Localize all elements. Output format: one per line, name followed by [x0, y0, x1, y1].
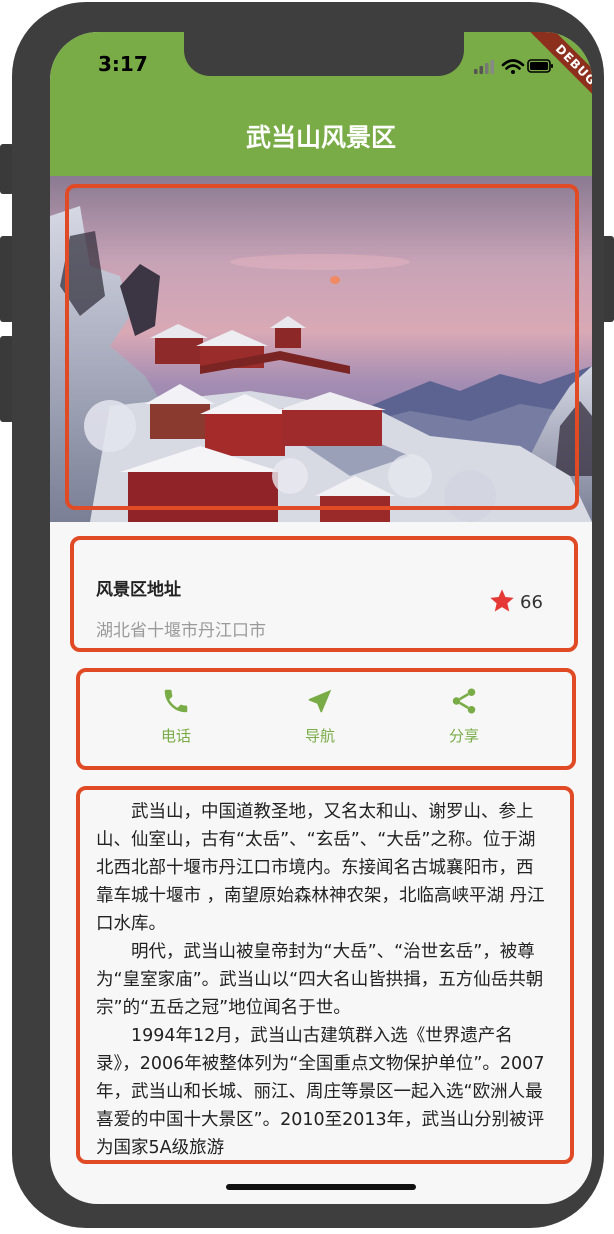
debug-banner: DEBUG [502, 32, 592, 122]
star-icon[interactable] [488, 587, 516, 615]
phone-icon [164, 689, 188, 713]
home-indicator[interactable] [226, 1184, 416, 1190]
favorite-count: 66 [520, 592, 543, 613]
share-icon [452, 688, 476, 714]
call-button[interactable]: 电话 [116, 686, 236, 746]
navigate-button[interactable]: 导航 [260, 686, 380, 746]
status-time: 3:17 [98, 52, 148, 76]
debug-label: DEBUG [527, 32, 592, 114]
navigation-icon [308, 689, 332, 713]
highlight-description [76, 786, 574, 1164]
notch [184, 32, 464, 76]
page-title: 武当山风景区 [245, 123, 396, 152]
call-label: 电话 [160, 727, 191, 745]
phone-frame: 3:17 武当山风景区 DEBUG 风景区地址 湖北省十堰市丹江口市 66 电话… [12, 2, 604, 1228]
highlight-hero [65, 184, 579, 510]
screen: 3:17 武当山风景区 DEBUG 风景区地址 湖北省十堰市丹江口市 66 电话… [50, 32, 592, 1204]
address-title: 风景区地址 [96, 580, 181, 600]
signal-icon [474, 60, 494, 74]
share-button[interactable]: 分享 [404, 686, 524, 746]
navigate-label: 导航 [304, 727, 335, 745]
share-label: 分享 [448, 727, 479, 745]
address-subtitle: 湖北省十堰市丹江口市 [96, 621, 266, 641]
